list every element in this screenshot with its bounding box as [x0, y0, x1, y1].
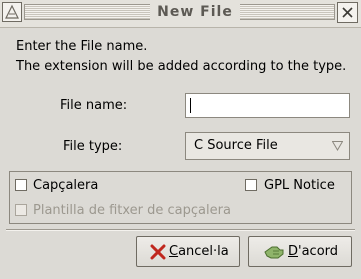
cancel-x-icon	[150, 244, 166, 260]
window-menu-icon	[5, 4, 19, 19]
window-title: New File	[150, 3, 240, 21]
header-checkbox-label[interactable]: Capçalera	[33, 178, 98, 194]
file-type-dropdown[interactable]: C Source File	[185, 132, 350, 160]
cancel-button[interactable]: Cancel·la	[136, 236, 240, 267]
gpl-notice-label[interactable]: GPL Notice	[264, 178, 335, 194]
ok-button-label: D'acord	[288, 244, 339, 259]
header-template-label: Plantilla de fitxer de capçalera	[33, 203, 231, 218]
ok-button[interactable]: D'acord	[248, 236, 352, 267]
close-icon	[342, 7, 353, 18]
cancel-button-label: Cancel·la	[169, 244, 229, 259]
file-name-input[interactable]	[185, 93, 350, 118]
intro-line-1: Enter the File name.	[16, 39, 148, 54]
gpl-notice-checkbox[interactable]	[245, 179, 257, 191]
header-template-checkbox[interactable]	[15, 204, 27, 216]
button-separator	[6, 229, 355, 231]
intro-line-2: The extension will be added according to…	[16, 59, 347, 74]
file-type-label: File type:	[63, 139, 123, 154]
ok-hand-icon	[264, 246, 284, 259]
file-name-label: File name:	[60, 98, 128, 113]
close-button[interactable]	[337, 2, 358, 23]
window-menu-button[interactable]	[2, 2, 22, 22]
header-checkbox[interactable]	[15, 179, 27, 191]
dropdown-triangle-icon	[332, 141, 343, 151]
text-caret	[190, 98, 191, 113]
file-type-value: C Source File	[194, 138, 278, 153]
